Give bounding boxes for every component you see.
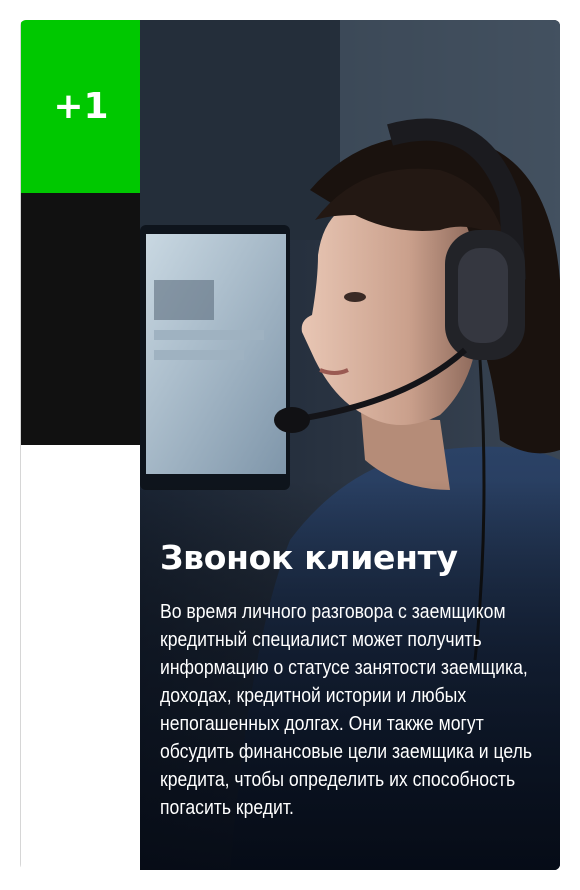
decorative-black-block [21,193,141,445]
card-title: Звонок клиенту [160,538,458,577]
info-card: +1 Звонок клиенту Во время личного разго… [20,20,560,870]
step-badge: +1 [21,20,141,193]
step-badge-text: +1 [53,86,109,127]
card-caption: Звонок клиенту Во время личного разговор… [160,534,550,822]
card-description: Во время личного разговора с заемщиком к… [160,601,533,819]
card-side-column: +1 [20,20,141,870]
